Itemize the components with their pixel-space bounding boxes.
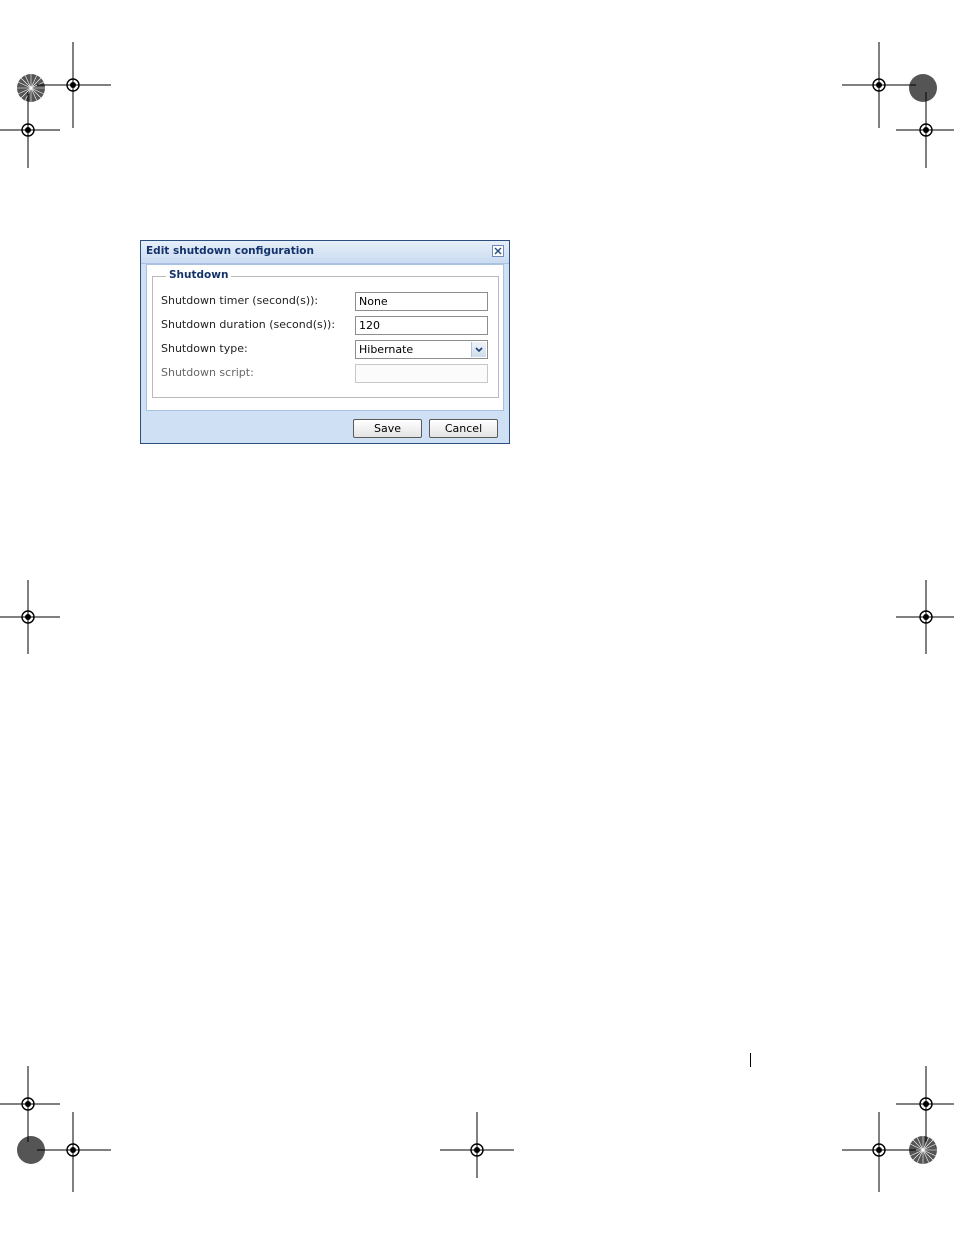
edit-shutdown-dialog: Edit shutdown configuration Shutdown Shu… <box>140 240 510 444</box>
registration-crosshair-icon <box>842 1112 916 1192</box>
shutdown-type-label: Shutdown type: <box>161 342 248 355</box>
registration-crosshair-icon <box>896 580 954 654</box>
section-title: Shutdown <box>166 269 232 281</box>
registration-crosshair-icon <box>37 1112 111 1192</box>
registration-crosshair-icon <box>440 1112 514 1178</box>
shutdown-fieldset: Shutdown Shutdown timer (second(s)): Non… <box>152 269 499 398</box>
close-icon <box>494 247 502 255</box>
chevron-down-icon <box>475 346 483 352</box>
shutdown-type-value: Hibernate <box>359 343 414 356</box>
select-arrow-button[interactable] <box>471 342 486 357</box>
shutdown-timer-input[interactable]: None <box>355 292 488 311</box>
dialog-title-bar[interactable]: Edit shutdown configuration <box>141 241 509 264</box>
shutdown-type-select[interactable]: Hibernate <box>355 340 488 359</box>
shutdown-script-label: Shutdown script: <box>161 366 254 379</box>
registration-crosshair-icon <box>0 580 60 654</box>
registration-crosshair-icon <box>896 92 954 168</box>
registration-crosshair-icon <box>0 92 60 168</box>
save-button[interactable]: Save <box>353 419 422 438</box>
cancel-button[interactable]: Cancel <box>429 419 498 438</box>
shutdown-duration-label: Shutdown duration (second(s)): <box>161 318 336 331</box>
shutdown-duration-input[interactable]: 120 <box>355 316 488 335</box>
page-number-rule <box>750 1053 751 1067</box>
shutdown-timer-label: Shutdown timer (second(s)): <box>161 294 319 307</box>
dialog-title: Edit shutdown configuration <box>146 245 314 257</box>
dialog-body: Shutdown Shutdown timer (second(s)): Non… <box>146 264 504 411</box>
shutdown-script-input[interactable] <box>355 364 488 383</box>
close-button[interactable] <box>492 245 504 257</box>
